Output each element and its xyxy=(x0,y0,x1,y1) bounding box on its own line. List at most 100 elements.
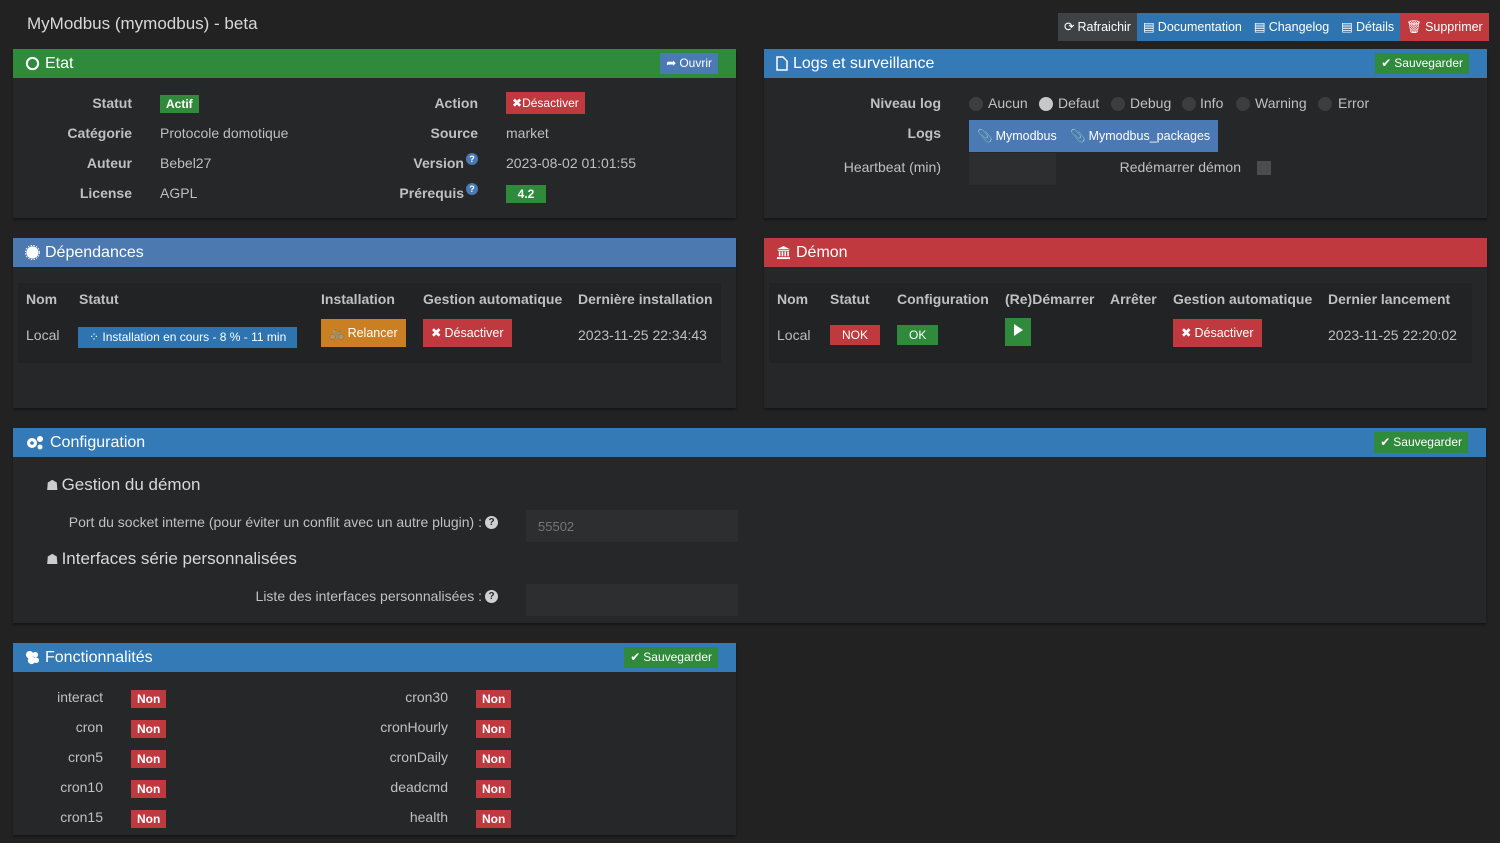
restart-daemon-checkbox[interactable] xyxy=(1257,161,1271,175)
categorie-label: Catégorie xyxy=(67,125,132,141)
log-level-radio-error[interactable] xyxy=(1318,97,1332,111)
demon-deactivate-button[interactable]: ✖ Désactiver xyxy=(1173,319,1262,347)
log-level-radio-info[interactable] xyxy=(1182,97,1196,111)
top-actions-bar: ⟳ Rafraichir ▤ Documentation ▤ Changelog… xyxy=(1058,13,1489,41)
help-icon[interactable]: ? xyxy=(466,183,478,195)
page-title: MyModbus (mymodbus) - beta xyxy=(27,14,258,33)
refresh-button[interactable]: ⟳ Rafraichir xyxy=(1058,13,1137,41)
section-interfaces: ☗ Interfaces série personnalisées xyxy=(46,549,297,569)
column-header: Dernier lancement xyxy=(1328,291,1451,307)
feature-status-badge: Non xyxy=(476,810,512,828)
logs-save-label: Sauvegarder xyxy=(1394,56,1463,70)
dependance-nom: Local xyxy=(26,327,60,343)
last-install-date: 2023-11-25 22:34:43 xyxy=(578,327,707,343)
logs-save-button[interactable]: ✔ Sauvegarder xyxy=(1375,53,1469,74)
license-label: License xyxy=(79,185,132,201)
helmet-icon: ☗ xyxy=(46,550,59,567)
column-header: Gestion automatique xyxy=(423,291,563,307)
dependances-title: Dépendances xyxy=(45,243,144,261)
details-button[interactable]: ▤ Détails xyxy=(1335,13,1401,41)
log-level-label: Error xyxy=(1338,95,1370,111)
log-button-mymodbus-packages[interactable]: 📎 Mymodbus_packages xyxy=(1062,120,1219,152)
etat-title: Etat xyxy=(45,54,74,72)
delete-label: Supprimer xyxy=(1425,20,1483,34)
cogs-icon xyxy=(25,435,45,450)
dependances-panel: Dépendances Nom Statut Installation Gest… xyxy=(13,238,736,408)
feature-status-badge: Non xyxy=(476,690,512,708)
refresh-label: Rafraichir xyxy=(1077,20,1131,34)
install-status-text: Installation en cours - 8 % - 11 min xyxy=(102,330,287,344)
interfaces-input[interactable] xyxy=(526,584,738,616)
delete-button[interactable]: 🗑 Supprimer xyxy=(1400,13,1489,41)
log-level-radio-defaut[interactable] xyxy=(1039,97,1053,111)
puzzle-icon xyxy=(25,650,40,665)
open-button[interactable]: ➦ Ouvrir xyxy=(660,53,718,74)
last-launch-date: 2023-11-25 22:20:02 xyxy=(1328,327,1457,343)
auteur-label: Auteur xyxy=(86,155,132,171)
start-daemon-button[interactable] xyxy=(1005,318,1031,346)
relaunch-button[interactable]: 🚲 Relancer xyxy=(321,319,406,347)
logs-panel: Logs et surveillance ✔ Sauvegarder Nivea… xyxy=(764,49,1487,218)
log-level-label: Info xyxy=(1200,95,1224,111)
source-label: Source xyxy=(430,125,478,141)
dependances-table: Nom Statut Installation Gestion automati… xyxy=(18,283,721,363)
help-icon[interactable]: ? xyxy=(466,153,478,165)
configuration-save-label: Sauvegarder xyxy=(1393,435,1462,449)
etat-panel-header: Etat ➦ Ouvrir xyxy=(13,49,736,78)
section-title: Interfaces série personnalisées xyxy=(61,549,297,568)
log-level-label: Aucun xyxy=(988,95,1028,111)
port-input[interactable] xyxy=(526,510,738,542)
bicycle-icon: 🚲 xyxy=(329,326,345,340)
feature-status-badge: Non xyxy=(476,750,512,768)
column-header: Dernière installation xyxy=(578,291,713,307)
log-button-mymodbus[interactable]: 📎 Mymodbus xyxy=(969,120,1065,152)
interfaces-label: Liste des interfaces personnalisées :? xyxy=(13,588,498,604)
help-icon[interactable]: ? xyxy=(485,515,498,529)
logs-panel-header: Logs et surveillance ✔ Sauvegarder xyxy=(764,49,1487,78)
refresh-icon: ⟳ xyxy=(1064,20,1075,34)
file-icon xyxy=(776,56,788,71)
check-circle-icon: ✔ xyxy=(1381,56,1392,70)
section-gestion-demon: ☗ Gestion du démon xyxy=(46,475,200,495)
deactivate-plugin-button[interactable]: ✖Désactiver xyxy=(506,92,585,114)
etat-panel: Etat ➦ Ouvrir Statut Catégorie Auteur Li… xyxy=(13,49,736,218)
log-level-radio-aucun[interactable] xyxy=(969,97,983,111)
log-level-label: Debug xyxy=(1130,95,1172,111)
feature-label: cron30 xyxy=(405,689,448,705)
feature-status-badge: Non xyxy=(476,780,512,798)
restart-daemon-label: Redémarrer démon xyxy=(1119,159,1241,175)
deactivate-label: Désactiver xyxy=(522,96,579,110)
log-level-radio-debug[interactable] xyxy=(1111,97,1125,111)
fonctionnalites-save-button[interactable]: ✔ Sauvegarder xyxy=(624,647,718,668)
fonctionnalites-panel: Fonctionnalités ✔ Sauvegarder interact No… xyxy=(13,643,736,835)
heartbeat-input[interactable] xyxy=(969,153,1056,185)
feature-label: cronHourly xyxy=(380,719,448,735)
prerequis-label-text: Prérequis xyxy=(399,185,464,201)
play-icon xyxy=(1013,318,1023,346)
column-header: Nom xyxy=(26,291,58,307)
details-label: Détails xyxy=(1355,20,1395,34)
documentation-button[interactable]: ▤ Documentation xyxy=(1136,13,1248,41)
deps-deactivate-label: Désactiver xyxy=(444,326,504,340)
logs-title: Logs et surveillance xyxy=(793,54,935,72)
log-level-radio-warning[interactable] xyxy=(1236,97,1250,111)
demon-config-badge: OK xyxy=(897,325,939,345)
help-icon[interactable]: ? xyxy=(485,589,498,603)
check-circle-icon: ✔ xyxy=(1380,435,1391,449)
log-level-label: Warning xyxy=(1255,95,1307,111)
configuration-save-button[interactable]: ✔ Sauvegarder xyxy=(1374,432,1468,453)
version-label: Version? xyxy=(313,153,478,171)
heartbeat-label: Heartbeat (min) xyxy=(843,159,941,175)
configuration-panel: Configuration ✔ Sauvegarder ☗ Gestion du… xyxy=(13,428,1486,623)
column-header: Nom xyxy=(777,291,809,307)
deps-deactivate-button[interactable]: ✖ Désactiver xyxy=(423,319,512,347)
institution-icon xyxy=(776,245,791,260)
configuration-panel-header: Configuration ✔ Sauvegarder xyxy=(13,428,1486,457)
changelog-label: Changelog xyxy=(1268,20,1330,34)
version-label-text: Version xyxy=(413,155,464,171)
changelog-button[interactable]: ▤ Changelog xyxy=(1247,13,1336,41)
log-button-label: Mymodbus_packages xyxy=(1088,129,1211,143)
book-icon: ▤ xyxy=(1341,20,1353,34)
auteur-value: Bebel27 xyxy=(160,155,212,171)
power-icon xyxy=(25,56,40,71)
